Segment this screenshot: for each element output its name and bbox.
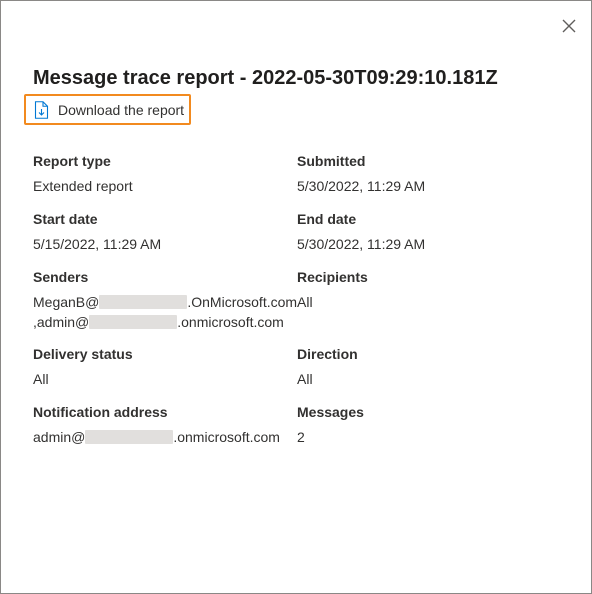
delivery-status-label: Delivery status: [33, 346, 133, 362]
redacted-domain: [89, 315, 178, 329]
start-date-value: 5/15/2022, 11:29 AM: [33, 236, 162, 252]
direction-label: Direction: [297, 346, 358, 362]
redacted-domain: [99, 295, 188, 309]
notification-address-prefix: admin@: [33, 429, 86, 445]
messages-label: Messages: [297, 404, 364, 420]
sender-1-prefix: MeganB@: [33, 294, 100, 310]
senders-label: Senders: [33, 269, 89, 285]
recipients-value: All: [297, 294, 313, 310]
document-download-icon: [34, 100, 50, 119]
report-type-value: Extended report: [33, 178, 133, 194]
download-report-label: Download the report: [58, 101, 185, 118]
close-button[interactable]: [558, 15, 580, 37]
messages-value: 2: [297, 429, 305, 445]
start-date-label: Start date: [33, 211, 98, 227]
delivery-status-field: Delivery status All: [33, 345, 298, 389]
notification-address-suffix: .onmicrosoft.com: [173, 429, 280, 445]
submitted-value: 5/30/2022, 11:29 AM: [297, 178, 426, 194]
direction-value: All: [297, 371, 313, 387]
end-date-label: End date: [297, 211, 357, 227]
recipients-label: Recipients: [297, 269, 368, 285]
report-type-label: Report type: [33, 153, 111, 169]
end-date-value: 5/30/2022, 11:29 AM: [297, 236, 426, 252]
direction-field: Direction All: [297, 345, 562, 389]
notification-address-field: Notification address admin@ .onmicrosoft.…: [33, 403, 298, 447]
end-date-field: End date 5/30/2022, 11:29 AM: [297, 210, 562, 254]
senders-value: MeganB@ .OnMicrosoft.com ,admin@ .onmicros…: [33, 292, 298, 332]
message-trace-report-panel: Message trace report - 2022-05-30T09:29:…: [0, 0, 592, 594]
sender-2-suffix: .onmicrosoft.com: [177, 314, 284, 330]
recipients-field: Recipients All: [297, 268, 562, 312]
close-icon: [562, 19, 576, 33]
panel-title: Message trace report - 2022-05-30T09:29:…: [33, 67, 498, 89]
download-report-button[interactable]: Download the report: [24, 94, 191, 125]
sender-line-1: MeganB@ .OnMicrosoft.com: [33, 292, 298, 312]
redacted-domain: [85, 430, 174, 444]
report-type-field: Report type Extended report: [33, 152, 298, 196]
notification-address-label: Notification address: [33, 404, 168, 420]
submitted-field: Submitted 5/30/2022, 11:29 AM: [297, 152, 562, 196]
start-date-field: Start date 5/15/2022, 11:29 AM: [33, 210, 298, 254]
submitted-label: Submitted: [297, 153, 366, 169]
messages-field: Messages 2: [297, 403, 562, 447]
sender-2-prefix: ,admin@: [33, 314, 90, 330]
senders-field: Senders MeganB@ .OnMicrosoft.com ,admin@.…: [33, 268, 298, 332]
notification-address-value: admin@ .onmicrosoft.com: [33, 427, 298, 447]
sender-line-2: ,admin@ .onmicrosoft.com: [33, 312, 298, 332]
delivery-status-value: All: [33, 371, 49, 387]
sender-1-suffix: .OnMicrosoft.com: [187, 294, 298, 310]
